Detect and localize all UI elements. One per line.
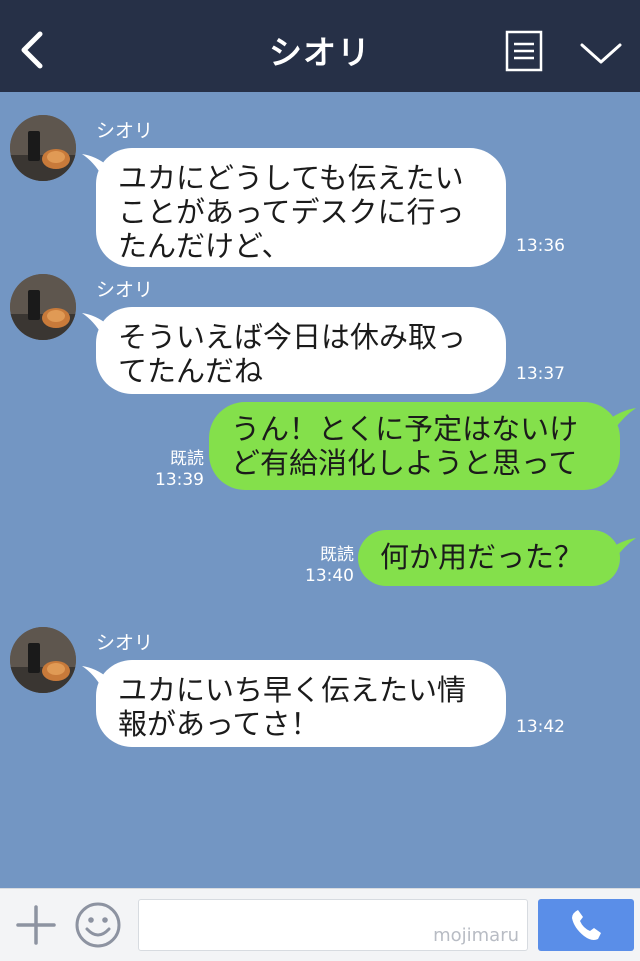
message-time: 13:42 bbox=[516, 717, 565, 737]
avatar[interactable] bbox=[10, 274, 76, 340]
message-bubble[interactable]: 何か用だった？ bbox=[358, 530, 620, 586]
bubble-tail bbox=[608, 408, 636, 430]
message-bubble[interactable]: ユカにどうしても伝えたい ことがあってデスクに行っ たんだけど、 bbox=[96, 148, 506, 267]
sender-name: シオリ bbox=[96, 632, 154, 654]
avatar-photo-icon bbox=[10, 274, 76, 340]
chat-area[interactable]: シオリ ユカにどうしても伝えたい ことがあってデスクに行っ たんだけど、 13:… bbox=[0, 92, 640, 888]
bubble-tail bbox=[608, 538, 636, 560]
read-label: 既読 bbox=[320, 545, 354, 565]
chat-header: シオリ bbox=[0, 0, 640, 92]
message-input[interactable]: mojimaru bbox=[138, 899, 528, 951]
chat-title: シオリ bbox=[269, 33, 371, 72]
chevron-down-icon[interactable] bbox=[578, 36, 624, 70]
smiley-icon[interactable] bbox=[74, 901, 122, 949]
message-bubble[interactable]: うん！とくに予定はないけ ど有給消化しようと思って bbox=[209, 402, 620, 490]
phone-icon bbox=[572, 910, 601, 940]
watermark-text: mojimaru bbox=[433, 925, 519, 946]
avatar-photo-icon bbox=[10, 627, 76, 693]
menu-list-icon[interactable] bbox=[505, 30, 543, 72]
read-label: 既読 bbox=[170, 449, 204, 469]
message-bubble[interactable]: ユカにいち早く伝えたい情 報があってさ！ bbox=[96, 660, 506, 747]
avatar-photo-icon bbox=[10, 115, 76, 181]
plus-icon[interactable] bbox=[14, 903, 58, 947]
sender-name: シオリ bbox=[96, 279, 154, 301]
avatar[interactable] bbox=[10, 627, 76, 693]
read-receipt: 既読 13:39 bbox=[150, 449, 204, 491]
sender-name: シオリ bbox=[96, 120, 154, 142]
call-button[interactable] bbox=[538, 899, 634, 951]
input-bar: mojimaru bbox=[0, 888, 640, 961]
read-receipt: 既読 13:40 bbox=[300, 545, 354, 587]
avatar[interactable] bbox=[10, 115, 76, 181]
message-time: 13:40 bbox=[305, 566, 354, 586]
message-time: 13:39 bbox=[155, 470, 204, 490]
message-bubble[interactable]: そういえば今日は休み取っ てたんだね bbox=[96, 307, 506, 394]
message-time: 13:37 bbox=[516, 364, 565, 384]
message-time: 13:36 bbox=[516, 236, 565, 256]
